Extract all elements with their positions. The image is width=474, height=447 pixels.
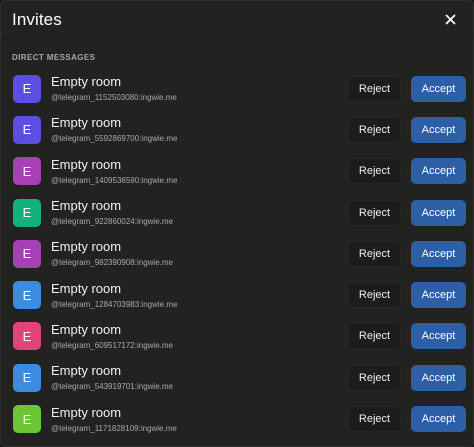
accept-button[interactable]: Accept (411, 75, 466, 102)
invite-info: Empty room @telegram_1152503080:ingwie.me (51, 74, 321, 103)
inviter-id: @telegram_1284703983:ingwie.me (51, 299, 178, 309)
inviter-id: @telegram_5592869700:ingwie.me (51, 134, 178, 144)
accept-button[interactable]: Accept (411, 199, 466, 226)
room-avatar: E (13, 322, 41, 351)
invite-info: Empty room @telegram_982390908:ingwie.me (51, 239, 321, 268)
invite-row[interactable]: E Empty room @telegram_1409536590:ingwie.m… (1, 151, 473, 192)
accept-button[interactable]: Accept (411, 240, 466, 267)
reject-button[interactable]: Reject (348, 282, 401, 309)
invite-list: E Empty room @telegram_1152503080:ingwie.m… (1, 68, 473, 440)
accept-button[interactable]: Accept (411, 116, 466, 143)
room-avatar: E (13, 198, 41, 227)
invite-row[interactable]: E Empty room @telegram_5592869700:ingwie.m… (1, 109, 473, 150)
room-avatar: E (13, 115, 41, 144)
room-avatar: E (13, 74, 41, 103)
section-label-direct-messages: DIRECT MESSAGES (12, 53, 96, 62)
invite-info: Empty room @telegram_543919701:ingwie.me (51, 363, 321, 392)
invite-row[interactable]: E Empty room @telegram_543919701:ingwie.me… (1, 357, 473, 398)
invite-row[interactable]: E Empty room @telegram_609517172:ingwie.me… (1, 316, 473, 357)
room-name: Empty room (51, 363, 122, 379)
inviter-id: @telegram_922860024:ingwie.me (51, 217, 173, 227)
reject-button[interactable]: Reject (348, 323, 401, 350)
reject-button[interactable]: Reject (348, 199, 401, 226)
accept-button[interactable]: Accept (411, 406, 466, 433)
invites-dialog: Invites DIRECT MESSAGES E Empty room @tele… (0, 0, 474, 447)
room-avatar: E (13, 239, 41, 268)
close-button[interactable] (439, 9, 461, 31)
reject-button[interactable]: Reject (348, 75, 401, 102)
close-icon (445, 14, 455, 25)
room-avatar: E (13, 363, 41, 392)
invite-info: Empty room @telegram_1171828109:ingwie.me (51, 405, 321, 434)
invite-row[interactable]: E Empty room @telegram_1152503080:ingwie.m… (1, 68, 473, 109)
accept-button[interactable]: Accept (411, 323, 466, 350)
accept-button[interactable]: Accept (411, 158, 466, 185)
accept-button[interactable]: Accept (411, 282, 466, 309)
reject-button[interactable]: Reject (348, 158, 401, 185)
room-avatar: E (13, 157, 41, 186)
dialog-header: Invites (1, 1, 473, 39)
reject-button[interactable]: Reject (348, 364, 401, 391)
invite-info: Empty room @telegram_1284703983:ingwie.me (51, 281, 321, 310)
accept-button[interactable]: Accept (411, 364, 466, 391)
inviter-id: @telegram_543919701:ingwie.me (51, 382, 173, 392)
invite-row[interactable]: E Empty room @telegram_922860024:ingwie.me… (1, 192, 473, 233)
invite-row[interactable]: E Empty room @telegram_982390908:ingwie.me… (1, 233, 473, 274)
inviter-id: @telegram_1171828109:ingwie.me (51, 423, 177, 433)
invite-info: Empty room @telegram_922860024:ingwie.me (51, 198, 321, 227)
invite-info: Empty room @telegram_1409536590:ingwie.me (51, 157, 321, 186)
reject-button[interactable]: Reject (348, 116, 401, 143)
invite-info: Empty room @telegram_5592869700:ingwie.me (51, 115, 321, 144)
room-name: Empty room (51, 115, 122, 131)
dialog-title: Invites (12, 9, 62, 29)
room-name: Empty room (51, 321, 122, 337)
room-avatar: E (13, 405, 41, 434)
room-avatar: E (13, 281, 41, 310)
room-name: Empty room (51, 198, 122, 214)
invite-row[interactable]: E Empty room @telegram_1284703983:ingwie.m… (1, 274, 473, 315)
room-name: Empty room (51, 280, 122, 296)
reject-button[interactable]: Reject (348, 406, 401, 433)
inviter-id: @telegram_1409536590:ingwie.me (51, 175, 178, 185)
room-name: Empty room (51, 156, 122, 172)
inviter-id: @telegram_982390908:ingwie.me (51, 258, 173, 268)
inviter-id: @telegram_1152503080:ingwie.me (51, 93, 177, 103)
reject-button[interactable]: Reject (348, 240, 401, 267)
invite-row[interactable]: E Empty room @telegram_1171828109:ingwie.m… (1, 398, 473, 439)
room-name: Empty room (51, 404, 122, 420)
room-name: Empty room (51, 74, 122, 90)
inviter-id: @telegram_609517172:ingwie.me (51, 340, 173, 350)
invite-info: Empty room @telegram_609517172:ingwie.me (51, 322, 321, 351)
room-name: Empty room (51, 239, 122, 255)
